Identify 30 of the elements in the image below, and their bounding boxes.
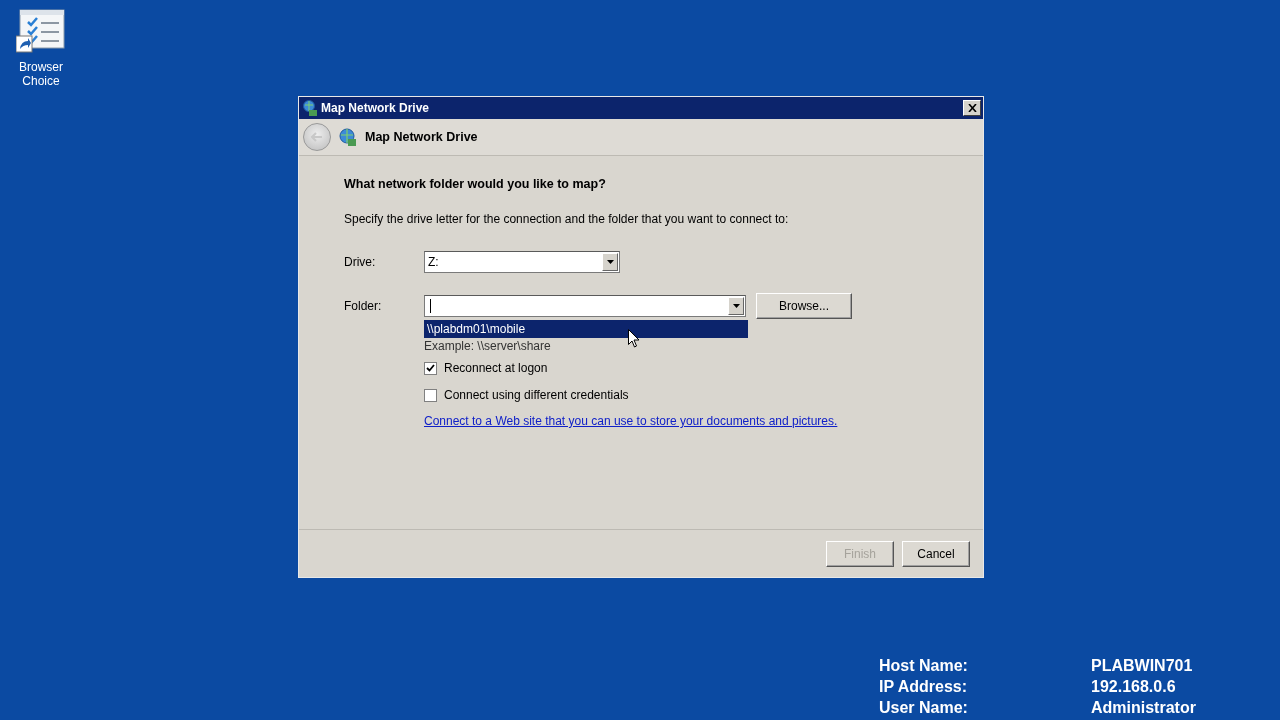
browse-button[interactable]: Browse... (756, 293, 852, 319)
network-drive-icon (339, 128, 357, 146)
network-drive-icon (303, 100, 317, 116)
close-button[interactable] (963, 100, 981, 116)
checkbox[interactable] (424, 361, 437, 375)
wizard-title: Map Network Drive (365, 130, 478, 144)
example-text: Example: \\server\share (424, 340, 552, 353)
web-site-link[interactable]: Connect to a Web site that you can use to store your documents and pictures. (424, 414, 838, 428)
info-label: Host Name: (879, 656, 969, 676)
desktop-icon-label[interactable]: Browser Choice (11, 60, 71, 88)
checklist-shortcut-icon[interactable] (16, 8, 66, 56)
field-label: Folder: (344, 299, 383, 313)
checkbox-label[interactable]: Connect using different credentials (444, 388, 629, 402)
checkbox-label[interactable]: Reconnect at logon (444, 361, 548, 375)
wizard-button[interactable]: Cancel (902, 540, 970, 567)
info-value: PLABWIN701 (1091, 656, 1194, 676)
close-icon[interactable] (967, 104, 977, 112)
info-label: IP Address: (879, 677, 969, 697)
folder-combo-box[interactable] (424, 295, 746, 317)
info-label: User Name: (879, 698, 969, 718)
wizard-heading: What network folder would you like to map? (344, 177, 607, 191)
window-title: Map Network Drive (321, 101, 431, 115)
info-value: Administrator (1091, 698, 1196, 718)
field-label: Drive: (344, 255, 377, 269)
mouse-pointer-icon (628, 329, 640, 348)
drive-dropdown[interactable]: Z: (424, 251, 620, 273)
checkbox[interactable] (424, 388, 437, 402)
info-value: 192.168.0.6 (1091, 677, 1177, 697)
suggestion-item[interactable]: \\plabdm01\mobile (424, 320, 748, 338)
instruction-text: Specify the drive letter for the connection and the folder that you want to connect to: (344, 212, 790, 226)
